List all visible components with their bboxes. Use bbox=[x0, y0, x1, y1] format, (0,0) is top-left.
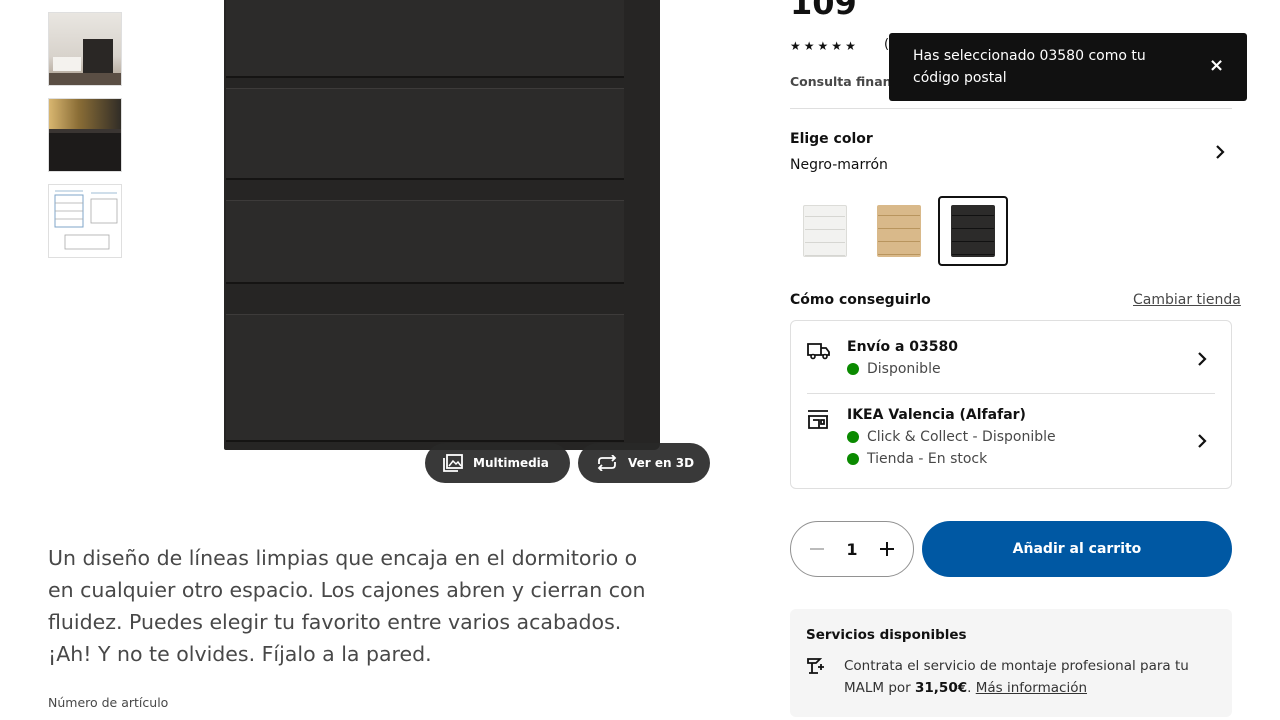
truck-icon bbox=[807, 343, 830, 360]
services-title: Servicios disponibles bbox=[806, 627, 967, 643]
status-dot-icon bbox=[847, 431, 859, 443]
availability-heading: Cómo conseguirlo bbox=[790, 292, 931, 308]
swatch-black-image bbox=[951, 205, 995, 257]
color-swatch-white[interactable] bbox=[790, 196, 860, 266]
store-row[interactable]: IKEA Valencia (Alfafar) Click & Collect … bbox=[807, 407, 1215, 477]
product-price: 109 bbox=[790, 0, 857, 22]
more-info-link[interactable]: Más información bbox=[976, 680, 1087, 696]
rotate-3d-icon bbox=[597, 455, 617, 471]
dresser-drawer bbox=[226, 314, 624, 442]
star-icon: ★ bbox=[790, 39, 801, 53]
chevron-right-icon[interactable] bbox=[1195, 433, 1209, 449]
status-dot-icon bbox=[847, 363, 859, 375]
rating-stars[interactable]: ★ ★ ★ ★ ★ bbox=[790, 39, 856, 53]
thumbnail-dresser-shape bbox=[83, 39, 113, 73]
delivery-status: Disponible bbox=[847, 361, 941, 377]
status-dot-icon bbox=[847, 453, 859, 465]
delivery-status-text: Disponible bbox=[867, 361, 941, 377]
services-panel: Servicios disponibles Contrata el servic… bbox=[790, 609, 1232, 717]
store-status-collect: Click & Collect - Disponible bbox=[847, 429, 1056, 445]
star-icon: ★ bbox=[831, 39, 843, 53]
store-icon bbox=[808, 410, 828, 429]
star-icon: ★ bbox=[803, 39, 815, 53]
half-star-icon: ★ bbox=[845, 39, 856, 53]
thumbnail-rug-shape bbox=[49, 73, 121, 85]
dresser-drawer bbox=[226, 88, 624, 180]
assembly-icon bbox=[807, 658, 824, 674]
close-icon[interactable]: × bbox=[1209, 57, 1224, 75]
multimedia-label: Multimedia bbox=[473, 456, 549, 470]
delivery-title: Envío a 03580 bbox=[847, 339, 958, 355]
plus-icon[interactable] bbox=[879, 541, 895, 557]
postal-code-toast: Has seleccionado 03580 como tu código po… bbox=[889, 33, 1247, 101]
thumbnail-top-surface bbox=[49, 99, 121, 129]
quantity-stepper[interactable]: 1 bbox=[790, 521, 914, 577]
store-status-collect-text: Click & Collect - Disponible bbox=[867, 429, 1056, 445]
assembly-price: 31,50€ bbox=[915, 680, 968, 696]
swatch-oak-image bbox=[877, 205, 921, 257]
dimensions-diagram-icon bbox=[54, 190, 118, 250]
article-number-label: Número de artículo bbox=[48, 695, 169, 710]
toast-message: Has seleccionado 03580 como tu código po… bbox=[913, 48, 1146, 86]
chevron-right-icon[interactable] bbox=[1195, 351, 1209, 367]
color-swatch-black-brown[interactable] bbox=[938, 196, 1008, 266]
view-3d-button[interactable]: Ver en 3D bbox=[578, 443, 710, 483]
dresser-drawer bbox=[226, 200, 624, 284]
availability-box: Envío a 03580 Disponible IKEA Valencia (… bbox=[790, 320, 1232, 489]
view-3d-label: Ver en 3D bbox=[628, 456, 695, 470]
financing-link[interactable]: Consulta financ bbox=[790, 74, 899, 89]
store-status-stock-text: Tienda - En stock bbox=[867, 451, 988, 467]
star-icon: ★ bbox=[817, 39, 829, 53]
thumbnail-room-image[interactable] bbox=[48, 12, 122, 86]
thumbnail-detail-image[interactable] bbox=[48, 98, 122, 172]
store-title: IKEA Valencia (Alfafar) bbox=[847, 407, 1026, 423]
thumbnail-edge bbox=[49, 129, 121, 133]
quantity-value[interactable]: 1 bbox=[846, 540, 857, 559]
product-main-image bbox=[224, 0, 664, 450]
divider bbox=[790, 108, 1232, 109]
color-swatch-oak[interactable] bbox=[864, 196, 934, 266]
color-value: Negro-marrón bbox=[790, 157, 888, 173]
swatch-white-image bbox=[803, 205, 847, 257]
color-label: Elige color bbox=[790, 131, 873, 147]
thumbnail-list bbox=[48, 0, 122, 270]
gallery-icon bbox=[443, 454, 463, 472]
thumbnail-bed-shape bbox=[53, 57, 81, 71]
minus-icon[interactable] bbox=[809, 541, 825, 557]
services-text: Contrata el servicio de montaje profesio… bbox=[844, 655, 1204, 699]
add-to-cart-button[interactable]: Añadir al carrito bbox=[922, 521, 1232, 577]
product-description: Un diseño de líneas limpias que encaja e… bbox=[48, 546, 646, 666]
change-store-link[interactable]: Cambiar tienda bbox=[1133, 292, 1241, 308]
chevron-right-icon[interactable] bbox=[1212, 144, 1228, 160]
store-status-stock: Tienda - En stock bbox=[847, 451, 987, 467]
multimedia-button[interactable]: Multimedia bbox=[425, 443, 570, 483]
thumbnail-dimensions-image[interactable] bbox=[48, 184, 122, 258]
delivery-row[interactable]: Envío a 03580 Disponible bbox=[807, 339, 1215, 394]
services-text-sep: . bbox=[967, 680, 976, 696]
dresser-drawer bbox=[226, 0, 624, 78]
